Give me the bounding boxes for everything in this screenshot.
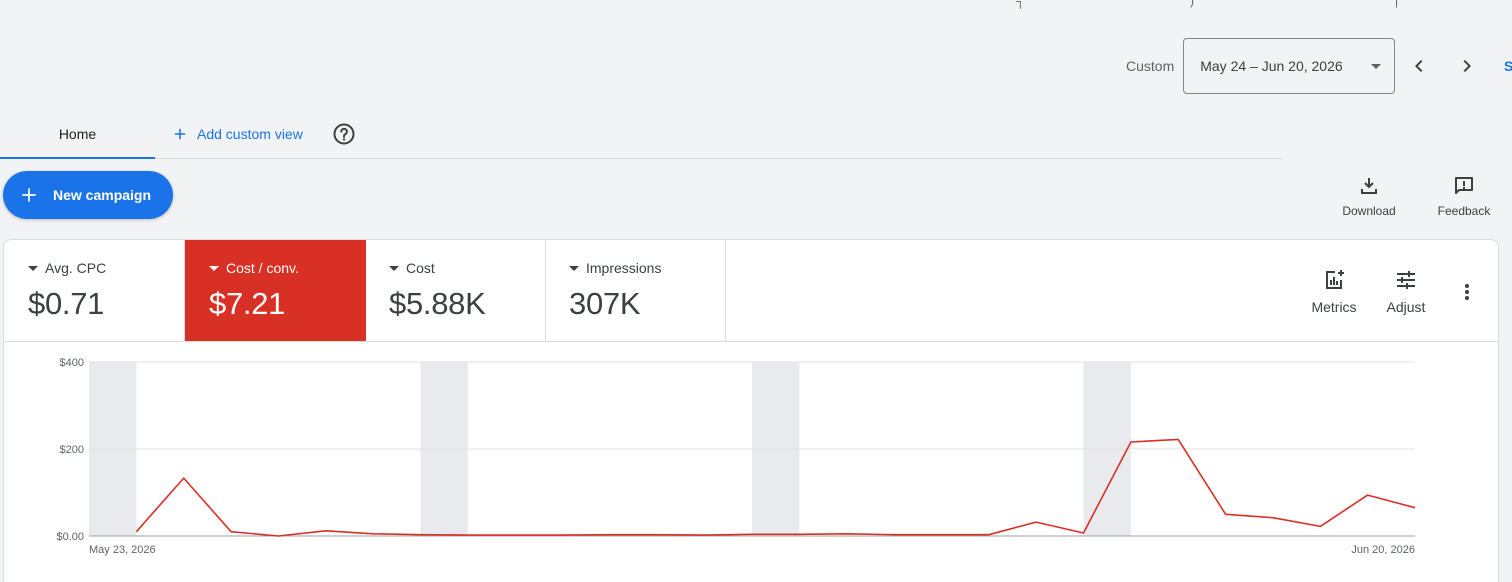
scorecard-cost[interactable]: Cost $5.88K xyxy=(365,240,546,341)
scorecard-label: Avg. CPC xyxy=(45,260,107,276)
scorecard-value: 307K xyxy=(569,286,641,321)
previous-period-button[interactable] xyxy=(1399,46,1439,86)
metrics-button[interactable]: Metrics xyxy=(1306,268,1362,315)
scorecard-impressions[interactable]: Impressions 307K xyxy=(545,240,726,341)
google-ads-overview: ┐ ) | Custom May 24 – Jun 20, 2026 S Hom… xyxy=(0,0,1512,582)
download-button[interactable]: Download xyxy=(1338,174,1400,218)
adjust-label: Adjust xyxy=(1386,299,1426,315)
x-tick-label: Jun 20, 2026 xyxy=(1351,544,1415,556)
date-range-controls: Custom May 24 – Jun 20, 2026 xyxy=(1126,38,1487,94)
tune-icon xyxy=(1397,271,1415,289)
y-axis-ticks: $0.00 $200 $400 xyxy=(56,357,84,543)
help-circle-icon[interactable] xyxy=(332,122,356,146)
scorecard-value: $0.71 xyxy=(28,286,105,321)
cut-off-text-right: | xyxy=(1395,0,1399,8)
cut-off-link[interactable]: S xyxy=(1504,58,1512,74)
arrow-drop-down-icon[interactable] xyxy=(389,265,399,271)
y-tick-label: $0.00 xyxy=(56,531,84,543)
metrics-icon xyxy=(1326,270,1344,289)
next-period-button[interactable] xyxy=(1447,46,1487,86)
chevron-left-icon xyxy=(1415,60,1423,72)
add-custom-view-button[interactable]: Add custom view xyxy=(171,122,303,146)
new-campaign-label: New campaign xyxy=(53,187,152,203)
tab-home[interactable]: Home xyxy=(0,110,155,159)
arrow-drop-down-icon xyxy=(1371,64,1382,69)
arrow-drop-down-icon[interactable] xyxy=(569,265,579,271)
scorecard-value: $7.21 xyxy=(209,286,286,321)
adjust-button[interactable]: Adjust xyxy=(1383,268,1429,315)
cut-off-text-left: ┐ xyxy=(1016,0,1025,8)
scorecard-value: $5.88K xyxy=(389,286,486,321)
cut-off-text-mid: ) xyxy=(1190,0,1194,8)
view-tabs: Home Add custom view xyxy=(0,110,1283,159)
plus-icon xyxy=(174,128,186,140)
download-icon xyxy=(1361,178,1377,194)
arrow-drop-down-icon[interactable] xyxy=(28,265,38,271)
scorecard-row: Avg. CPC $0.71 Cost / conv. $7.21 Cost $… xyxy=(4,240,1498,342)
scorecard-cost-per-conv[interactable]: Cost / conv. $7.21 xyxy=(185,240,366,341)
feedback-label: Feedback xyxy=(1437,204,1491,218)
performance-card: Avg. CPC $0.71 Cost / conv. $7.21 Cost $… xyxy=(3,239,1499,582)
scorecard-avg-cpc[interactable]: Avg. CPC $0.71 xyxy=(4,240,185,341)
date-range-value: May 24 – Jun 20, 2026 xyxy=(1200,58,1343,74)
more-vert-icon[interactable] xyxy=(1455,280,1479,304)
metrics-label: Metrics xyxy=(1311,299,1357,315)
chevron-right-icon xyxy=(1463,60,1472,72)
plus-icon xyxy=(22,188,36,202)
x-tick-label: May 23, 2026 xyxy=(89,544,156,556)
feedback-icon xyxy=(1455,177,1473,194)
y-tick-label: $400 xyxy=(60,357,84,369)
x-axis-ticks: May 23, 2026 Jun 20, 2026 xyxy=(89,544,1415,556)
scorecard-label: Cost / conv. xyxy=(226,260,299,276)
feedback-button[interactable]: Feedback xyxy=(1434,174,1494,218)
new-campaign-button[interactable]: New campaign xyxy=(3,171,173,219)
add-custom-view-label: Add custom view xyxy=(197,126,303,142)
date-range-type-label: Custom xyxy=(1126,58,1175,74)
y-tick-label: $200 xyxy=(60,444,84,456)
scorecard-label: Impressions xyxy=(586,260,662,276)
date-range-picker[interactable]: May 24 – Jun 20, 2026 xyxy=(1183,38,1396,94)
arrow-drop-down-icon[interactable] xyxy=(209,265,219,271)
scorecard-label: Cost xyxy=(406,260,435,276)
download-label: Download xyxy=(1342,204,1396,218)
cost-per-conv-chart: $0.00 $200 $400 May 23, 2026 Jun 20, 2026 xyxy=(56,357,1416,556)
